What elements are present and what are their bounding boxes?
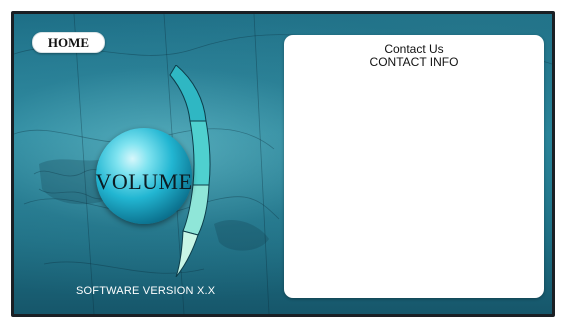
contact-panel: Contact Us CONTACT INFO	[284, 35, 544, 298]
volume-segment-1[interactable]	[169, 65, 207, 122]
volume-segment-4[interactable]	[175, 230, 199, 277]
volume-control: VOLUME	[84, 65, 224, 277]
contact-info-text: CONTACT INFO	[369, 55, 459, 69]
screen: HOME VOLUME SOFTWARE VERSION X.X Contact…	[14, 14, 552, 314]
software-version-text: SOFTWARE VERSION X.X	[76, 285, 216, 297]
volume-label: VOLUME	[95, 169, 193, 194]
device-frame: HOME VOLUME SOFTWARE VERSION X.X Contact…	[11, 11, 555, 317]
home-button[interactable]: HOME	[32, 32, 105, 53]
